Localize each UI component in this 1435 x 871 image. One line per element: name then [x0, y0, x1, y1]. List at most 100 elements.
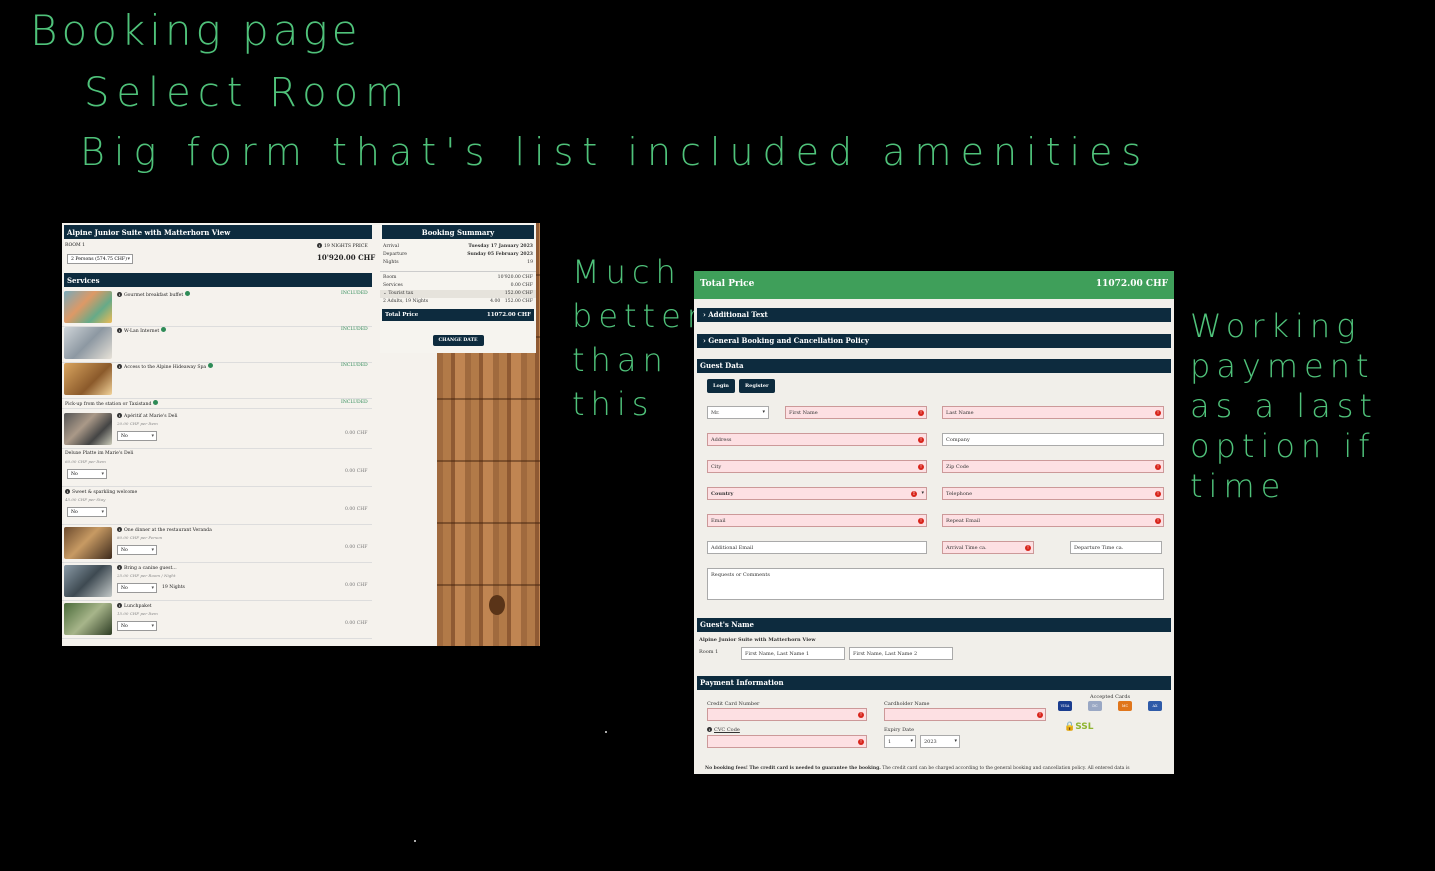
login-button[interactable]: Login [707, 379, 735, 393]
service-status: INCLUDED [341, 327, 368, 332]
zip-code-field[interactable]: Zip Code! [942, 460, 1164, 473]
stray-dot [605, 731, 607, 733]
info-icon[interactable]: i [117, 565, 122, 570]
guest-1-name-field[interactable]: First Name, Last Name 1 [741, 647, 845, 660]
quantity-select[interactable]: No [67, 469, 107, 479]
service-price-unit: 15.00 CHF per Item [117, 611, 158, 616]
summary-costs: Room 10'920.00 CHF Services 0.00 CHF ⌄ Tou… [380, 271, 536, 306]
payment-fine-print: No booking fees! The credit card is need… [705, 766, 1130, 771]
cvc-field[interactable]: ! [707, 735, 867, 748]
service-price-unit: 60.00 CHF per Item [65, 459, 106, 464]
city-field[interactable]: City! [707, 460, 927, 473]
service-price: 0.00 CHF [345, 507, 368, 512]
error-icon: ! [918, 410, 924, 416]
accordion-cancellation-policy[interactable]: › General Booking and Cancellation Polic… [697, 334, 1171, 348]
nights-price-label: i 19 NIGHTS PRICE [317, 243, 368, 249]
last-name-field[interactable]: Last Name! [942, 406, 1164, 419]
service-price: 0.00 CHF [345, 545, 368, 550]
repeat-email-field[interactable]: Repeat Email! [942, 514, 1164, 527]
error-icon: ! [1155, 464, 1161, 470]
guests-room-label: Room 1 [699, 649, 719, 655]
info-icon[interactable]: i [117, 328, 122, 333]
tourist-tax-toggle[interactable]: ⌄ Tourist tax 152.00 CHF [380, 290, 536, 298]
guest-data-heading: Guest Data [697, 359, 1171, 373]
service-name: Sweet & sparkling welcome [72, 490, 138, 495]
expiry-month-select[interactable]: 1 ▾ [884, 735, 916, 748]
spa-image [64, 363, 112, 395]
company-field[interactable]: Company [942, 433, 1164, 446]
register-button[interactable]: Register [739, 379, 775, 393]
service-name: Pick-up from the station or Taxistand [65, 402, 152, 407]
quantity-select[interactable]: No [117, 583, 157, 593]
service-price: 0.00 CHF [345, 431, 368, 436]
note-payment: Working payment as a last option if time [1190, 307, 1378, 505]
requests-textarea[interactable]: Requests or Comments [707, 568, 1164, 600]
service-name: Bring a canine guest... [124, 566, 177, 571]
quantity-select[interactable]: No [117, 431, 157, 441]
error-icon: ! [1155, 410, 1161, 416]
country-select[interactable]: Country! ▾ [707, 487, 927, 500]
info-icon[interactable]: i [65, 489, 70, 494]
email-field[interactable]: Email! [707, 514, 927, 527]
service-name: Access to the Alpine Hideaway Spa [124, 365, 207, 370]
service-price-unit: 20.00 CHF per Item [117, 421, 158, 426]
chevron-down-icon: ▾ [921, 490, 924, 496]
check-icon [208, 363, 214, 368]
persons-select[interactable]: 2 Persons (574.75 CHF) [67, 254, 133, 264]
quantity-select[interactable]: No [117, 621, 157, 631]
summary-row: Nights 19 [383, 260, 533, 265]
summary-total: Total Price 11072.00 CHF [382, 309, 534, 321]
info-icon: i [707, 727, 712, 732]
dog-nights: 19 Nights [162, 585, 185, 590]
wood-knot [489, 595, 505, 615]
quantity-select[interactable]: No [67, 507, 107, 517]
cc-number-field[interactable]: ! [707, 708, 867, 721]
quantity-select[interactable]: No [117, 545, 157, 555]
service-price-unit: 25.00 CHF per Room / Night [117, 573, 176, 578]
info-icon[interactable]: i [117, 603, 122, 608]
service-status: INCLUDED [341, 363, 368, 368]
note-form: Big form that's list included amenities [80, 130, 1151, 174]
service-name: Apéritif at Marie's Deli [124, 414, 178, 419]
service-row: Deluxe Platte im Marie's Deli 60.00 CHF … [62, 449, 372, 487]
breakfast-image [64, 291, 112, 323]
service-row: iLunchpaket 15.00 CHF per Item No 0.00 C… [62, 601, 372, 639]
expiry-label: Expiry Date [884, 727, 915, 733]
error-icon: ! [911, 491, 917, 497]
service-name: One dinner at the restaurant Veranda [124, 528, 212, 533]
salutation-select[interactable]: Mr. ▾ [707, 406, 769, 419]
cvc-label[interactable]: i CVC Code [707, 727, 740, 733]
summary-dates: Arrival Tuesday 17 January 2023 Departure… [380, 243, 536, 267]
service-name: Gourmet breakfast buffet [124, 293, 184, 298]
pickup-row: Pick-up from the station or Taxistand IN… [62, 398, 372, 409]
mastercard-icon: MC [1118, 701, 1132, 711]
stray-dot [414, 840, 416, 842]
expiry-year-select[interactable]: 2023 ▾ [920, 735, 960, 748]
arrival-time-field[interactable]: Arrival Time ca.! [942, 541, 1034, 554]
room-label: ROOM 1 [65, 243, 86, 248]
first-name-field[interactable]: First Name! [785, 406, 927, 419]
service-name: W-Lan Internet [124, 329, 160, 334]
info-icon[interactable]: i [117, 364, 122, 369]
telephone-field[interactable]: Telephone! [942, 487, 1164, 500]
chevron-down-icon: ▾ [954, 738, 957, 744]
service-price: 0.00 CHF [345, 583, 368, 588]
change-date-button[interactable]: CHANGE DATE [432, 335, 484, 346]
address-field[interactable]: Address! [707, 433, 927, 446]
info-icon[interactable]: i [117, 413, 122, 418]
tax-detail-row: 2 Adults, 19 Nights 4.00 152.00 CHF [383, 299, 533, 304]
additional-email-field[interactable]: Additional Email [707, 541, 927, 554]
dog-image [64, 565, 112, 597]
service-price: 0.00 CHF [345, 621, 368, 626]
note-better: Much better than this [572, 253, 706, 423]
departure-time-field[interactable]: Departure Time ca. [1070, 541, 1162, 554]
guests-name-heading: Guest's Name [697, 618, 1171, 632]
info-icon[interactable]: i [117, 292, 122, 297]
accordion-additional-text[interactable]: › Additional Text [697, 308, 1171, 322]
cardholder-field[interactable]: ! [884, 708, 1046, 721]
error-icon: ! [918, 464, 924, 470]
guest-2-name-field[interactable]: First Name, Last Name 2 [849, 647, 953, 660]
room-price: 10'920.00 CHF [317, 253, 376, 262]
info-icon[interactable]: i [117, 527, 122, 532]
note-title: Booking page [30, 6, 362, 55]
